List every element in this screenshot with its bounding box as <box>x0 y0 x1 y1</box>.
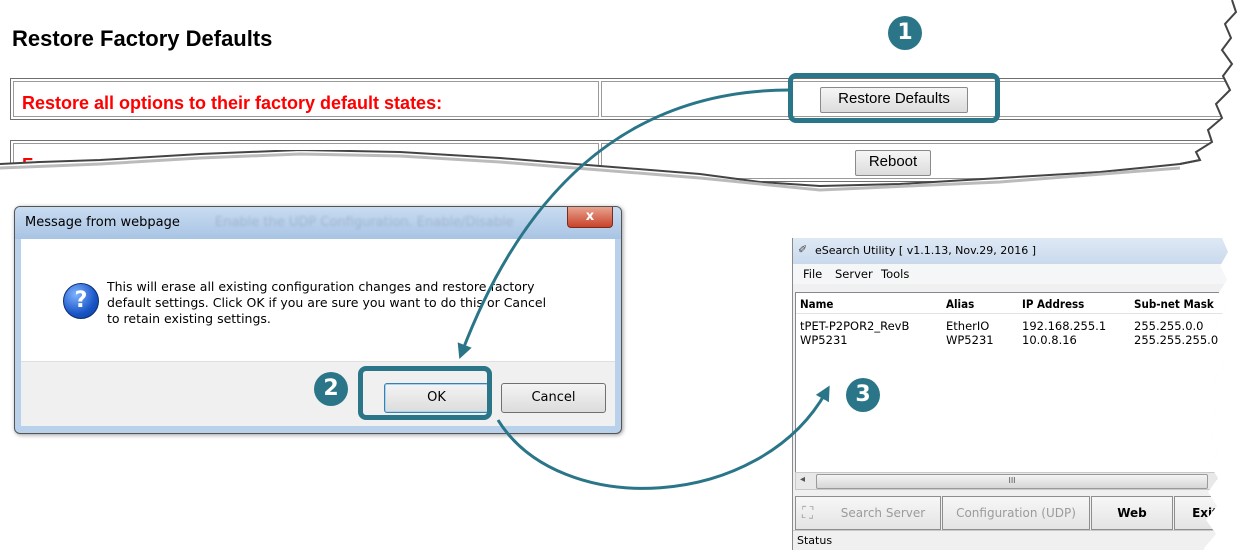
cell-mask: 255.255.0.0 <box>1134 319 1204 333</box>
ok-button[interactable]: OK <box>384 383 489 413</box>
cancel-button[interactable]: Cancel <box>501 383 606 413</box>
restore-defaults-button[interactable]: Restore Defaults <box>820 87 968 113</box>
web-button[interactable]: Web <box>1091 496 1173 530</box>
menu-server[interactable]: Server <box>835 267 873 281</box>
status-text: Status <box>797 534 833 547</box>
dialog-message-line: This will erase all existing configurati… <box>107 279 535 294</box>
app-icon: ✐ <box>798 243 808 256</box>
status-bar: Status <box>793 530 1228 550</box>
column-header-mask[interactable]: Sub-net Mask <box>1134 297 1214 311</box>
esearch-window: ✐ eSearch Utility [ v1.1.13, Nov.29, 201… <box>792 238 1228 550</box>
cell-alias: EtherIO <box>946 319 990 333</box>
dialog-footer: OK Cancel <box>21 361 615 426</box>
dialog-title: Message from webpage <box>25 215 180 230</box>
binoculars-icon: ⛶ <box>802 503 814 522</box>
header-divider <box>796 313 1228 314</box>
esearch-title: eSearch Utility [ v1.1.13, Nov.29, 2016 … <box>815 244 1037 257</box>
restore-label-cell: Restore all options to their factory def… <box>13 81 599 117</box>
torn-right-edge <box>1179 0 1238 165</box>
column-header-name[interactable]: Name <box>800 297 833 311</box>
dialog-titlebar: Message from webpage Enable the UDP Conf… <box>15 207 621 239</box>
restore-row: Restore all options to their factory def… <box>10 78 1236 120</box>
cell-ip: 10.0.8.16 <box>1022 333 1077 347</box>
dialog-message: This will erase all existing configurati… <box>107 279 567 327</box>
menu-bar: File Server Tools <box>793 264 1228 284</box>
menu-file[interactable]: File <box>803 267 822 281</box>
cell-name: tPET-P2POR2_RevB <box>800 319 910 333</box>
dialog-ghost-text: Enable the UDP Configuration. Enable/Dis… <box>215 215 514 230</box>
server-list[interactable]: Name Alias IP Address Sub-net Mask tPET-… <box>795 292 1228 480</box>
scroll-left-icon[interactable]: ◂ <box>800 474 805 485</box>
dialog-message-line: default settings. Click OK if you are su… <box>107 295 547 310</box>
close-icon[interactable]: x <box>567 207 613 228</box>
restore-label: Restore all options to their factory def… <box>22 93 443 113</box>
scrollbar-thumb[interactable]: III <box>816 474 1208 489</box>
column-header-ip[interactable]: IP Address <box>1022 297 1084 311</box>
cell-name: WP5231 <box>800 333 848 347</box>
menu-tools[interactable]: Tools <box>881 267 909 281</box>
cell-mask: 255.255.255.0 <box>1134 333 1219 347</box>
exit-button[interactable]: Exit <box>1174 496 1228 530</box>
question-icon: ? <box>63 283 99 319</box>
esearch-titlebar: ✐ eSearch Utility [ v1.1.13, Nov.29, 201… <box>793 238 1228 264</box>
page-title: Restore Factory Defaults <box>12 26 273 51</box>
message-dialog: Message from webpage Enable the UDP Conf… <box>14 206 622 434</box>
cell-ip: 192.168.255.1 <box>1022 319 1107 333</box>
horizontal-scrollbar[interactable]: ◂ III <box>795 472 1228 490</box>
window-border <box>792 238 793 550</box>
configuration-udp-button[interactable]: Configuration (UDP) <box>942 496 1090 530</box>
dialog-body: ? This will erase all existing configura… <box>21 239 615 361</box>
dialog-message-line: to retain existing settings. <box>107 311 271 326</box>
column-header-alias[interactable]: Alias <box>946 297 974 311</box>
torn-paper-edge <box>0 150 1201 192</box>
cell-alias: WP5231 <box>946 333 994 347</box>
search-server-label: Search Server <box>840 506 926 520</box>
search-server-button[interactable]: ⛶ Search Server <box>795 496 941 530</box>
